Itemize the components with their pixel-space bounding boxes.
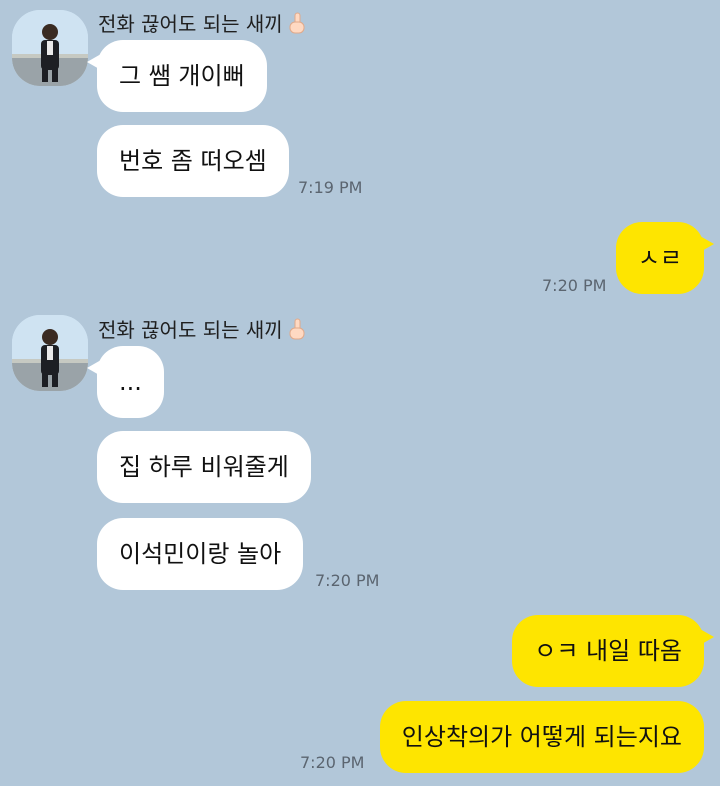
message-bubble-outgoing[interactable]: ㅇㅋ 내일 따옴 [512, 615, 714, 687]
message-text: ㅇㅋ 내일 따옴 [534, 637, 682, 665]
message-text: 인상착의가 어떻게 되는지요 [401, 723, 682, 751]
sender-name-text: 전화 끊어도 되는 새끼 [98, 318, 283, 342]
message-text: ... [119, 368, 142, 396]
message-text: 이석민이랑 놀아 [119, 540, 282, 568]
message-text: 그 쌤 개이뻐 [119, 62, 245, 90]
message-bubble-outgoing[interactable]: 인상착의가 어떻게 되는지요 [379, 701, 704, 773]
message-bubble-incoming[interactable]: 이석민이랑 놀아 [97, 518, 304, 590]
message-timestamp: 7:19 PM [298, 178, 363, 197]
message-timestamp: 7:20 PM [315, 571, 380, 590]
message-bubble-incoming[interactable]: ... [87, 346, 164, 418]
message-bubble-incoming[interactable]: 집 하루 비워줄게 [97, 431, 311, 503]
sender-name: 전화 끊어도 되는 새끼 [98, 314, 307, 343]
message-text: ㅅㄹ [637, 244, 682, 272]
message-text: 집 하루 비워줄게 [119, 453, 289, 481]
message-bubble-outgoing[interactable]: ㅅㄹ [615, 222, 715, 294]
message-timestamp: 7:20 PM [300, 753, 365, 772]
message-bubble-incoming[interactable]: 그 쌤 개이뻐 [87, 40, 267, 112]
message-bubble-incoming[interactable]: 번호 좀 떠오셈 [97, 125, 289, 197]
avatar-photo [12, 10, 88, 86]
message-timestamp: 7:20 PM [542, 276, 607, 295]
message-text: 번호 좀 떠오셈 [119, 147, 267, 175]
avatar[interactable] [12, 315, 88, 391]
avatar[interactable] [12, 10, 88, 86]
middle-finger-icon [287, 11, 307, 35]
sender-name: 전화 끊어도 되는 새끼 [98, 8, 307, 37]
sender-name-text: 전화 끊어도 되는 새끼 [98, 12, 283, 36]
middle-finger-icon [287, 317, 307, 341]
avatar-photo [12, 315, 88, 391]
